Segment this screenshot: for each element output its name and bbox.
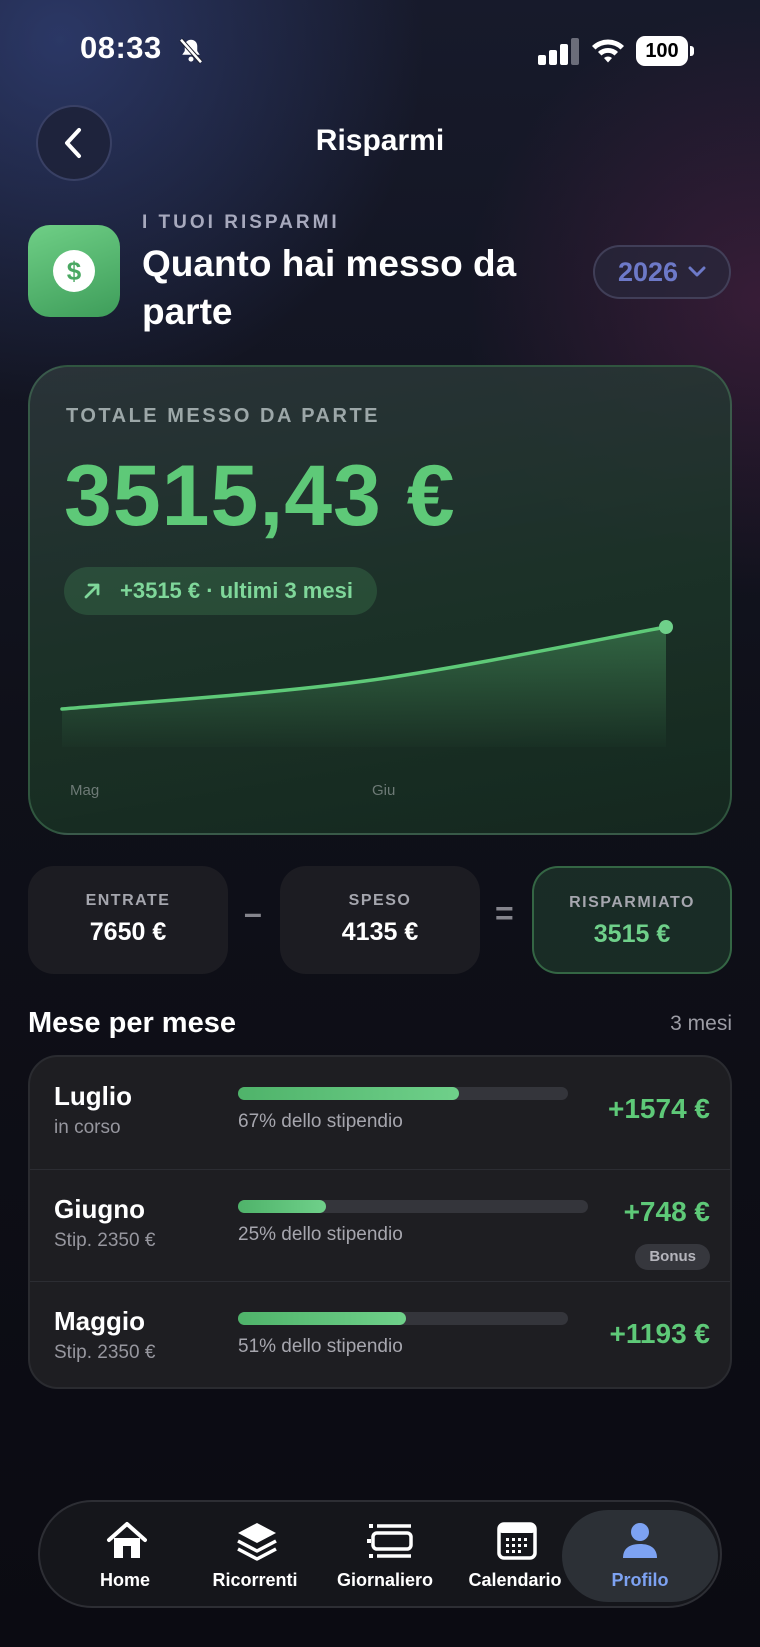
spent-label: SPESO: [348, 892, 412, 909]
dollar-icon: $: [53, 250, 95, 292]
months-section-title: Mese per mese: [28, 1007, 236, 1039]
total-value: 3515,43 €: [64, 448, 456, 544]
headline: Quanto hai messo da parte: [142, 243, 517, 332]
month-row-luglio[interactable]: Luglio in corso 67% dello stipendio +157…: [30, 1057, 730, 1169]
income-label: ENTRATE: [85, 892, 171, 909]
month-subtitle: Stip. 2350 €: [54, 1230, 156, 1251]
month-amount: +1193 €: [609, 1318, 710, 1349]
months-list: Luglio in corso 67% dello stipendio +157…: [28, 1055, 732, 1389]
chart-point: [659, 620, 673, 634]
month-amount: +748 €: [623, 1196, 710, 1227]
month-progress-fill: [238, 1200, 326, 1213]
tab-profilo[interactable]: Profilo: [562, 1510, 718, 1602]
tab-label: Profilo: [611, 1570, 669, 1590]
month-subtitle: in corso: [54, 1117, 121, 1138]
savings-app-icon: $: [28, 225, 120, 317]
tab-bar: Home Ricorrenti Giornaliero Calendario P…: [38, 1500, 722, 1608]
spent-value: 4135 €: [341, 918, 419, 946]
month-progress-fill: [238, 1312, 407, 1325]
month-row-giugno[interactable]: Giugno Stip. 2350 € 25% dello stipendio …: [30, 1169, 730, 1281]
layers-icon: [237, 1523, 277, 1561]
status-bar: 08:33 100: [0, 0, 760, 100]
income-value: 7650 €: [89, 918, 167, 946]
equals-sign: =: [495, 895, 514, 931]
months-count: 3 mesi: [670, 1012, 732, 1035]
year-selector[interactable]: 2026: [593, 245, 731, 299]
month-progress-fill: [238, 1087, 460, 1100]
month-name: Luglio: [54, 1081, 132, 1111]
bell-muted-icon: [179, 38, 203, 64]
tab-home[interactable]: Home: [65, 1502, 185, 1606]
wifi-icon: [592, 39, 624, 63]
home-icon: [107, 1522, 147, 1558]
month-amount: +1574 €: [608, 1093, 710, 1124]
calendar-icon: [497, 1522, 537, 1560]
chart-x-label-mag: Mag: [70, 782, 100, 799]
month-name: Maggio: [54, 1306, 145, 1336]
saved-value: 3515 €: [593, 920, 671, 948]
tab-calendario[interactable]: Calendario: [455, 1502, 575, 1606]
person-icon: [623, 1523, 657, 1558]
page-title: Risparmi: [315, 124, 445, 157]
savings-chart: [60, 620, 673, 747]
year-value: 2026: [617, 256, 679, 287]
month-subtitle: Stip. 2350 €: [54, 1342, 156, 1363]
list-icon: [367, 1524, 413, 1558]
income-box: ENTRATE 7650 €: [28, 866, 228, 974]
trend-badge: +3515 € · ultimi 3 mesi: [64, 567, 377, 615]
total-savings-card: TOTALE MESSO DA PARTE 3515,43 € +3515 € …: [28, 365, 732, 835]
status-time: 08:33: [80, 30, 162, 65]
tab-giornaliero[interactable]: Giornaliero: [325, 1502, 445, 1606]
total-label: TOTALE MESSO DA PARTE: [66, 405, 380, 427]
trend-text: +3515 € · ultimi 3 mesi: [120, 578, 353, 603]
battery-level: 100: [636, 36, 688, 66]
saved-box: RISPARMIATO 3515 €: [532, 866, 732, 974]
bonus-badge: Bonus: [635, 1244, 710, 1270]
month-percent: 67% dello stipendio: [238, 1111, 403, 1132]
saved-label: RISPARMIATO: [569, 894, 695, 911]
month-percent: 51% dello stipendio: [238, 1336, 403, 1357]
battery-icon: 100: [636, 36, 694, 66]
month-row-maggio[interactable]: Maggio Stip. 2350 € 51% dello stipendio …: [30, 1281, 730, 1387]
chart-x-label-giu: Giu: [372, 782, 396, 799]
tab-ricorrenti[interactable]: Ricorrenti: [195, 1502, 315, 1606]
spent-box: SPESO 4135 €: [280, 866, 480, 974]
arrow-up-right-icon: [84, 583, 100, 599]
signal-icon: [538, 38, 579, 65]
minus-sign: –: [244, 895, 262, 931]
section-eyebrow: I TUOI RISPARMI: [142, 212, 340, 233]
month-progress-track: [238, 1312, 568, 1325]
month-name: Giugno: [54, 1194, 145, 1224]
month-percent: 25% dello stipendio: [238, 1224, 403, 1245]
month-progress-track: [238, 1087, 568, 1100]
month-progress-track: [238, 1200, 588, 1213]
chevron-down-icon: [688, 266, 706, 277]
